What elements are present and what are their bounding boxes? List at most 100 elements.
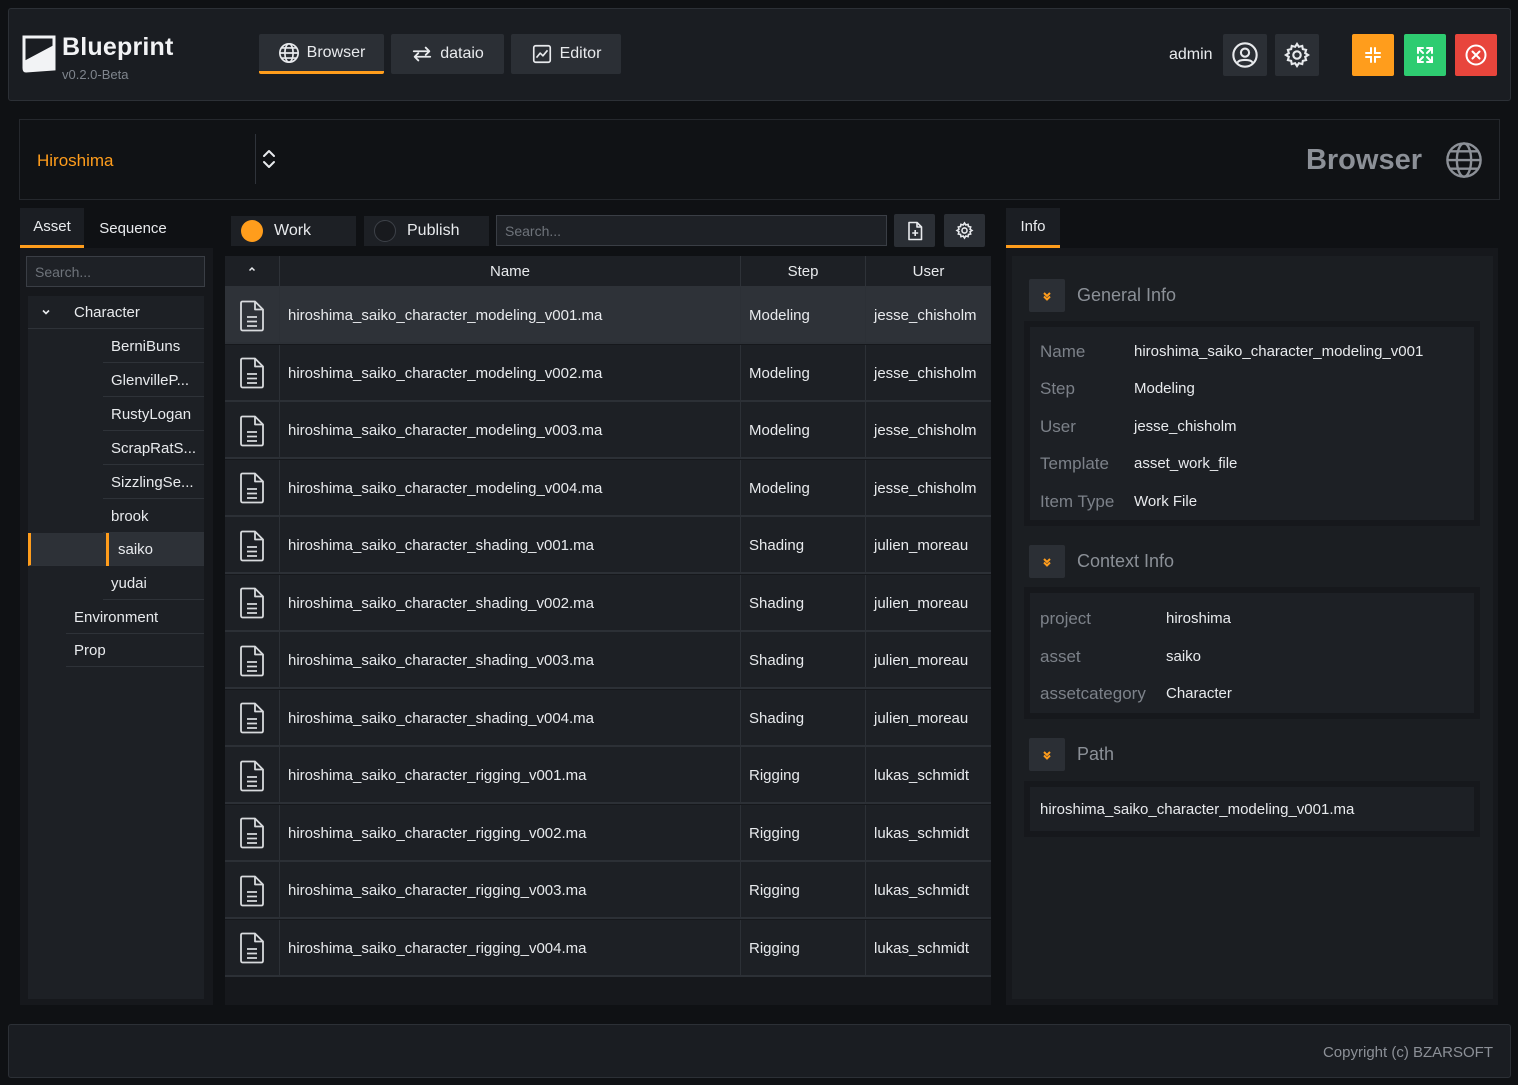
radio-unselected-icon[interactable] xyxy=(374,220,396,242)
file-icon xyxy=(225,805,279,862)
tree-item-environment[interactable]: Environment xyxy=(66,601,204,634)
chevron-down-icon xyxy=(1043,557,1051,567)
context-info-content: project hiroshima asset saiko assetcateg… xyxy=(1030,593,1474,713)
user-cell: julien_moreau xyxy=(865,517,991,574)
section-title: Context Info xyxy=(1077,551,1175,571)
table-row[interactable]: hiroshima_saiko_character_rigging_v004.m… xyxy=(225,919,991,977)
info-key-template: Template xyxy=(1040,454,1109,473)
tree-item-label: RustyLogan xyxy=(111,405,192,423)
nav-tab-editor[interactable]: Editor xyxy=(511,34,621,74)
tree-item-saiko[interactable]: saiko xyxy=(28,533,204,566)
file-name-cell: hiroshima_saiko_character_rigging_v003.m… xyxy=(279,862,740,919)
table-row[interactable]: hiroshima_saiko_character_rigging_v001.m… xyxy=(225,747,991,804)
info-value-step: Modeling xyxy=(1134,380,1195,397)
tree-item-glenvillep[interactable]: GlenvilleP... xyxy=(103,364,204,397)
table-row[interactable]: hiroshima_saiko_character_modeling_v002.… xyxy=(225,344,991,402)
table-row[interactable]: hiroshima_saiko_character_rigging_v003.m… xyxy=(225,862,991,919)
nav-tab-dataio[interactable]: dataio xyxy=(391,34,504,74)
tree-item-sizzlingse[interactable]: SizzlingSe... xyxy=(103,466,204,499)
project-name[interactable]: Hiroshima xyxy=(37,151,114,171)
asset-search-input[interactable] xyxy=(26,256,205,287)
file-icon xyxy=(225,287,279,344)
step-cell: Shading xyxy=(740,689,865,747)
context-value-asset: saiko xyxy=(1166,648,1202,665)
path-content: hiroshima_saiko_character_modeling_v001.… xyxy=(1030,787,1474,831)
chevron-down-icon[interactable] xyxy=(40,306,52,318)
tab-info[interactable]: Info xyxy=(1006,208,1060,248)
close-window-button[interactable] xyxy=(1455,34,1497,76)
nav-tab-label: dataio xyxy=(440,45,484,62)
maximize-window-button[interactable] xyxy=(1404,34,1446,76)
table-row[interactable]: hiroshima_saiko_character_modeling_v001.… xyxy=(225,287,991,344)
app-version: v0.2.0-Beta xyxy=(62,67,129,82)
collapse-arrows-icon xyxy=(1365,47,1381,63)
tab-sequence[interactable]: Sequence xyxy=(86,208,180,248)
path-collapse-button[interactable] xyxy=(1029,738,1065,771)
table-row[interactable]: hiroshima_saiko_character_rigging_v002.m… xyxy=(225,804,991,862)
tree-item-yudai[interactable]: yudai xyxy=(103,567,204,600)
user-account-button[interactable] xyxy=(1223,34,1267,76)
nav-tab-browser[interactable]: Browser xyxy=(259,34,384,74)
publish-mode-toggle[interactable]: Publish xyxy=(364,216,489,246)
sort-header[interactable] xyxy=(225,256,279,287)
tree-item-character[interactable]: Character xyxy=(28,296,204,329)
tab-asset[interactable]: Asset xyxy=(20,208,84,248)
user-cell: lukas_schmidt xyxy=(865,747,991,804)
file-name-cell: hiroshima_saiko_character_shading_v004.m… xyxy=(279,689,740,747)
close-circle-icon xyxy=(1465,44,1487,66)
column-header-name[interactable]: Name xyxy=(279,256,740,287)
general-info-collapse-button[interactable] xyxy=(1029,279,1065,312)
table-row[interactable]: hiroshima_saiko_character_shading_v002.m… xyxy=(225,574,991,632)
settings-button[interactable] xyxy=(1275,34,1319,76)
tree-item-label: ScrapRatS... xyxy=(111,439,197,457)
nav-tab-label: Editor xyxy=(559,45,602,62)
copyright-text: Copyright (c) BZARSOFT xyxy=(1322,1044,1493,1061)
gear-icon xyxy=(955,221,974,240)
table-settings-button[interactable] xyxy=(944,214,985,247)
chevron-up-icon[interactable] xyxy=(247,264,257,274)
radio-selected-icon[interactable] xyxy=(241,220,263,242)
table-row[interactable]: hiroshima_saiko_character_modeling_v003.… xyxy=(225,402,991,459)
step-cell: Shading xyxy=(740,517,865,574)
new-file-button[interactable] xyxy=(894,214,935,247)
tree-item-bernibuns[interactable]: BerniBuns xyxy=(103,330,204,363)
tree-item-scrapratsu[interactable]: ScrapRatS... xyxy=(103,432,204,465)
step-cell: Rigging xyxy=(740,804,865,862)
expand-arrows-icon xyxy=(1417,47,1433,63)
work-label: Work xyxy=(274,222,312,239)
file-plus-icon xyxy=(907,221,922,240)
column-header-user[interactable]: User xyxy=(865,256,991,287)
selection-marker xyxy=(106,533,109,566)
general-info-header: General Info xyxy=(1029,279,1176,312)
info-key-step: Step xyxy=(1040,379,1075,398)
file-name-cell: hiroshima_saiko_character_modeling_v003.… xyxy=(279,402,740,459)
table-row[interactable]: hiroshima_saiko_character_shading_v001.m… xyxy=(225,517,991,574)
app-header: Blueprint v0.2.0-Beta Browser dataio Edi… xyxy=(8,8,1511,101)
tree-item-brook[interactable]: brook xyxy=(103,500,204,533)
chevron-down-icon xyxy=(1043,750,1051,760)
publish-label: Publish xyxy=(407,222,460,239)
step-cell: Rigging xyxy=(740,919,865,977)
user-cell: jesse_chisholm xyxy=(865,287,991,344)
tree-item-rustylogan[interactable]: RustyLogan xyxy=(103,398,204,431)
column-header-step[interactable]: Step xyxy=(740,256,865,287)
file-search-input[interactable] xyxy=(496,215,887,246)
tree-item-label: saiko xyxy=(118,540,154,558)
table-row[interactable]: hiroshima_saiko_character_shading_v004.m… xyxy=(225,689,991,747)
project-bar: Hiroshima Browser xyxy=(19,119,1500,200)
context-key-assetcategory: assetcategory xyxy=(1040,684,1146,703)
gear-icon xyxy=(1283,41,1311,69)
project-selector-chevrons-icon[interactable] xyxy=(260,146,278,172)
file-icon xyxy=(225,690,279,747)
step-cell: Modeling xyxy=(740,459,865,517)
path-box: hiroshima_saiko_character_modeling_v001.… xyxy=(1024,781,1480,837)
table-row[interactable]: hiroshima_saiko_character_modeling_v004.… xyxy=(225,459,991,517)
work-mode-toggle[interactable]: Work xyxy=(231,216,356,246)
minimize-window-button[interactable] xyxy=(1352,34,1394,76)
context-info-collapse-button[interactable] xyxy=(1029,545,1065,578)
tree-item-prop[interactable]: Prop xyxy=(66,634,204,667)
info-panel-body: General Info Name hiroshima_saiko_charac… xyxy=(1012,256,1493,999)
user-cell: jesse_chisholm xyxy=(865,459,991,517)
step-cell: Modeling xyxy=(740,287,865,344)
table-row[interactable]: hiroshima_saiko_character_shading_v003.m… xyxy=(225,632,991,689)
